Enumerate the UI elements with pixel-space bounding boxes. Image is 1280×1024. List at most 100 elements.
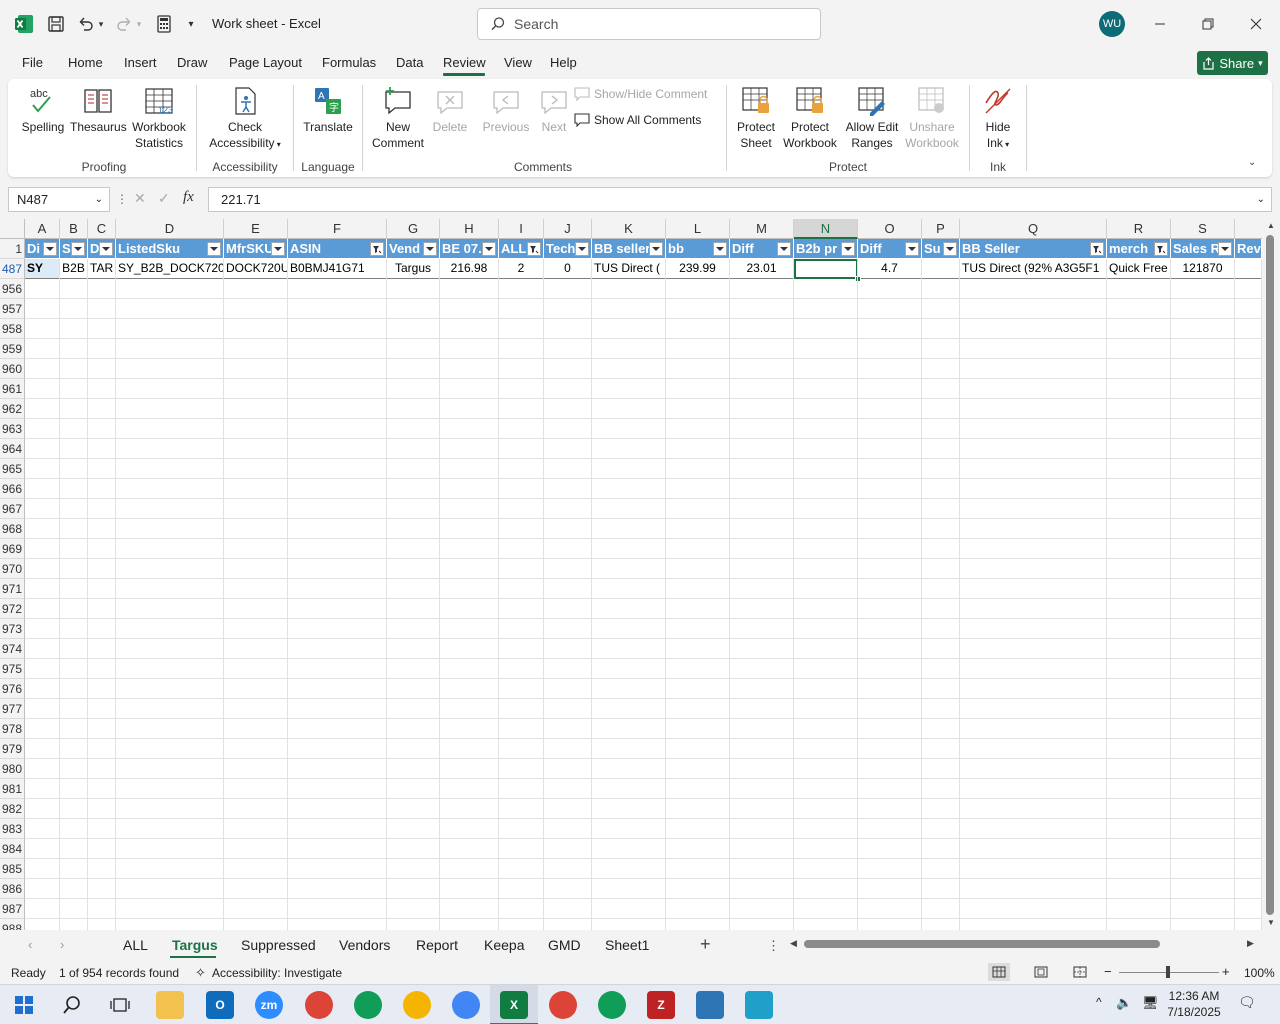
column-header-g[interactable]: G — [387, 219, 440, 239]
tab-insert[interactable]: Insert — [124, 55, 157, 70]
hide-ink-button[interactable]: Hide Ink ▾ — [974, 85, 1022, 153]
table-cell[interactable]: DOCK720U — [224, 259, 288, 279]
zoom-slider-thumb[interactable] — [1166, 966, 1170, 978]
table-cell[interactable]: Quick Free — [1107, 259, 1171, 279]
zoom-level[interactable]: 100% — [1244, 966, 1275, 980]
row-header[interactable]: 984 — [0, 839, 25, 859]
row-header[interactable]: 963 — [0, 419, 25, 439]
next-comment-button[interactable]: Next — [534, 85, 574, 135]
previous-comment-button[interactable]: Previous — [478, 85, 534, 135]
tab-view[interactable]: View — [504, 55, 532, 70]
column-header-l[interactable]: L — [666, 219, 730, 239]
table-cell[interactable]: 4.7 — [858, 259, 922, 279]
column-header-n[interactable]: N — [794, 219, 858, 239]
sheet-tab-targus[interactable]: Targus — [172, 937, 218, 953]
column-header-o[interactable]: O — [858, 219, 922, 239]
tab-draw[interactable]: Draw — [177, 55, 207, 70]
row-header[interactable]: 973 — [0, 619, 25, 639]
column-header-m[interactable]: M — [730, 219, 794, 239]
allow-edit-ranges-button[interactable]: Allow Edit Ranges — [842, 85, 902, 151]
filter-dropdown-icon[interactable] — [713, 242, 727, 256]
column-header-c[interactable]: C — [88, 219, 116, 239]
search-input[interactable]: Search — [477, 8, 821, 40]
network-icon[interactable]: 🖥 — [1142, 995, 1159, 1011]
scroll-tabs-left-icon[interactable]: ‹ — [28, 937, 32, 952]
table-header-cell[interactable]: merch — [1107, 239, 1171, 259]
formula-input[interactable]: 221.71 ⌄ — [208, 187, 1272, 212]
filter-dropdown-icon[interactable] — [99, 242, 113, 256]
row-header[interactable]: 959 — [0, 339, 25, 359]
tab-review[interactable]: Review — [443, 55, 486, 70]
table-cell[interactable]: SY_B2B_DOCK720 — [116, 259, 224, 279]
table-cell[interactable]: 216.98 — [440, 259, 499, 279]
row-header[interactable]: 975 — [0, 659, 25, 679]
filter-dropdown-icon[interactable] — [1090, 242, 1104, 256]
table-cell[interactable]: TAR — [88, 259, 116, 279]
table-header-cell[interactable]: Diff — [730, 239, 794, 259]
show-hide-comment-button[interactable]: Show/Hide Comment — [574, 86, 714, 102]
filter-dropdown-icon[interactable] — [207, 242, 221, 256]
filter-dropdown-icon[interactable] — [943, 242, 957, 256]
filter-dropdown-icon[interactable] — [841, 242, 855, 256]
row-header[interactable]: 978 — [0, 719, 25, 739]
filter-dropdown-icon[interactable] — [1154, 242, 1168, 256]
app-icon[interactable] — [745, 991, 773, 1019]
chrome-profile-icon[interactable] — [403, 991, 431, 1019]
customize-toolbar-icon[interactable]: ▾ — [184, 12, 198, 36]
spreadsheet-grid[interactable]: ABCDEFGHIJKLMNOPQRS 1 Di S D ListedSku MfrSKU… — [0, 219, 1280, 930]
scroll-right-icon[interactable]: ▶ — [1247, 938, 1254, 949]
column-header-h[interactable]: H — [440, 219, 499, 239]
column-header-q[interactable]: Q — [960, 219, 1107, 239]
page-layout-view-icon[interactable] — [1030, 963, 1052, 981]
row-header[interactable]: 964 — [0, 439, 25, 459]
volume-icon[interactable]: 🔈 — [1116, 995, 1132, 1011]
tab-data[interactable]: Data — [396, 55, 423, 70]
taskbar-search-icon[interactable] — [58, 991, 86, 1019]
table-cell[interactable]: B0BMJ41G71 — [288, 259, 387, 279]
vertical-scrollbar[interactable]: ▲ ▼ — [1262, 219, 1280, 930]
redo-dropdown-icon[interactable]: ▾ — [134, 12, 144, 36]
tab-formulas[interactable]: Formulas — [322, 55, 376, 70]
tab-file[interactable]: File — [22, 55, 43, 70]
redo-icon[interactable] — [112, 12, 136, 36]
sheet-options-icon[interactable]: ⋮ — [767, 938, 780, 954]
spelling-button[interactable]: abc Spelling — [18, 85, 68, 135]
excel-taskbar-icon[interactable]: X — [500, 991, 528, 1019]
table-header-cell[interactable]: B2b pr — [794, 239, 858, 259]
column-header-i[interactable]: I — [499, 219, 544, 239]
minimize-icon[interactable] — [1150, 14, 1170, 34]
sheet-tab-suppressed[interactable]: Suppressed — [241, 937, 316, 953]
filter-dropdown-icon[interactable] — [43, 242, 57, 256]
filter-dropdown-icon[interactable] — [423, 242, 437, 256]
table-header-cell[interactable]: D — [88, 239, 116, 259]
row-header[interactable]: 966 — [0, 479, 25, 499]
filter-dropdown-icon[interactable] — [527, 242, 541, 256]
chrome-profile-icon[interactable] — [549, 991, 577, 1019]
translate-button[interactable]: A字 Translate — [300, 85, 356, 135]
table-header-cell[interactable]: Diff — [858, 239, 922, 259]
chrome-profile-icon[interactable] — [598, 991, 626, 1019]
table-cell[interactable]: TUS Direct ( — [592, 259, 666, 279]
table-cell[interactable]: 121870 — [1171, 259, 1235, 279]
outlook-icon[interactable]: O — [206, 991, 234, 1019]
chrome-icon[interactable] — [305, 991, 333, 1019]
row-header[interactable]: 958 — [0, 319, 25, 339]
row-header[interactable]: 962 — [0, 399, 25, 419]
column-header-a[interactable]: A — [25, 219, 60, 239]
select-all-corner[interactable] — [0, 219, 25, 239]
workbook-statistics-button[interactable]: 123 Workbook Statistics — [128, 85, 190, 151]
restore-icon[interactable] — [1198, 14, 1218, 34]
table-header-cell[interactable]: BB seller — [592, 239, 666, 259]
horizontal-scroll-thumb[interactable] — [804, 940, 1160, 948]
selected-cell[interactable] — [794, 259, 858, 279]
filter-dropdown-icon[interactable] — [649, 242, 663, 256]
row-header[interactable]: 1 — [0, 239, 25, 259]
chrome-profile-icon[interactable] — [354, 991, 382, 1019]
table-header-cell[interactable]: bb — [666, 239, 730, 259]
undo-icon[interactable] — [74, 12, 98, 36]
row-header[interactable]: 974 — [0, 639, 25, 659]
insert-function-icon[interactable]: fx — [183, 189, 194, 206]
zoom-in-icon[interactable]: + — [1222, 964, 1230, 979]
sheet-tab-sheet1[interactable]: Sheet1 — [605, 937, 649, 953]
new-comment-button[interactable]: New Comment — [368, 85, 428, 151]
